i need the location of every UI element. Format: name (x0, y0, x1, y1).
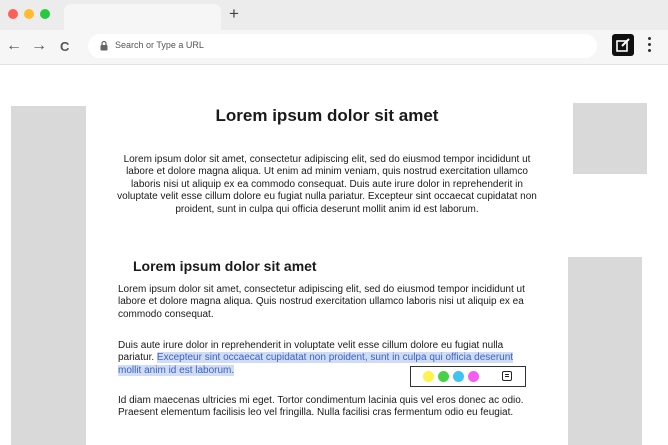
left-ad-placeholder (11, 106, 86, 445)
article-title: Lorem ipsum dolor sit amet (215, 106, 439, 125)
green-highlight-button[interactable] (438, 371, 449, 382)
paragraph-1: Lorem ipsum dolor sit amet, consectetur … (118, 284, 525, 320)
reload-icon[interactable]: C (60, 37, 69, 57)
minimize-window-button[interactable] (24, 9, 34, 19)
maximize-window-button[interactable] (40, 9, 50, 19)
pink-highlight-button[interactable] (468, 371, 479, 382)
lock-icon (100, 40, 108, 51)
section-heading: Lorem ipsum dolor sit amet (133, 258, 317, 274)
url-placeholder: Search or Type a URL (115, 40, 204, 50)
tab-bar: + (0, 0, 668, 30)
back-icon[interactable]: ← (6, 36, 22, 56)
more-menu-icon[interactable] (648, 37, 651, 55)
address-bar[interactable]: Search or Type a URL (88, 34, 597, 58)
right-bottom-ad-placeholder (568, 257, 642, 445)
blue-highlight-button[interactable] (453, 371, 464, 382)
yellow-highlight-button[interactable] (423, 371, 434, 382)
pencil-edit-icon (616, 38, 630, 52)
annotate-button[interactable] (612, 34, 634, 56)
active-tab[interactable] (64, 4, 221, 30)
forward-icon[interactable]: → (31, 36, 47, 56)
highlight-popup (410, 366, 526, 387)
paragraph-3: Id diam maecenas ultricies mi eget. Tort… (118, 395, 524, 419)
note-icon[interactable] (502, 371, 512, 381)
browser-toolbar: ← → C Search or Type a URL (0, 30, 668, 65)
right-top-ad-placeholder (573, 103, 647, 174)
new-tab-button[interactable]: + (229, 3, 239, 25)
intro-paragraph: Lorem ipsum dolor sit amet, consectetur … (117, 154, 537, 215)
close-window-button[interactable] (8, 9, 18, 19)
